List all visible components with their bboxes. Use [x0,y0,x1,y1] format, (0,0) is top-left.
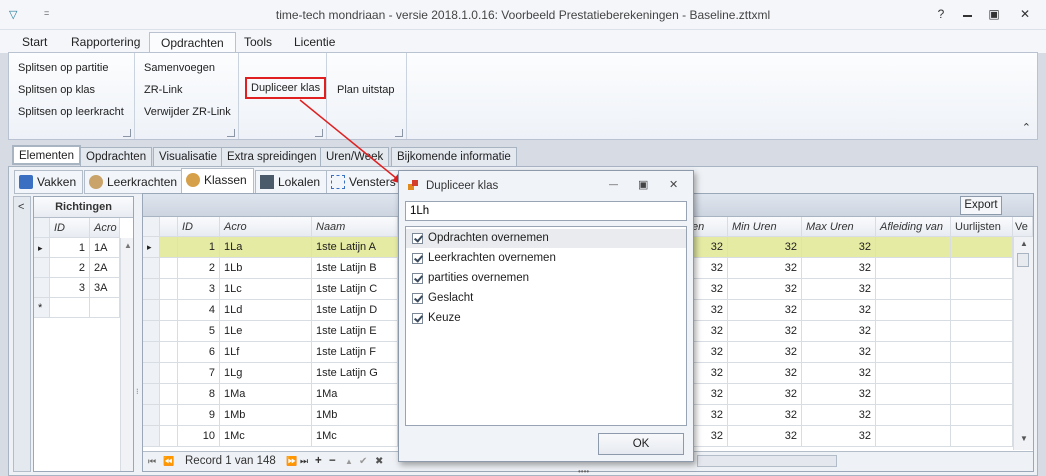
option-label: Geslacht [428,292,474,304]
option-label: Keuze [428,312,461,324]
option-label: Opdrachten overnemen [428,232,549,244]
ok-button[interactable]: OK [598,433,684,455]
checkbox[interactable] [412,293,423,304]
dialog-restore-button[interactable]: ▣ [638,178,648,191]
option-row[interactable]: Opdrachten overnemen [406,229,686,248]
checkbox[interactable] [412,253,423,264]
dialog-close-button[interactable]: ✕ [669,178,678,191]
annotation-arrow-line [299,99,397,179]
dialog-title-bar: Dupliceer klas — ▣ ✕ [399,171,693,201]
dupliceer-klas-dialog: Dupliceer klas — ▣ ✕ Opdrachten overneme… [398,170,694,462]
dialog-minimize-button[interactable]: — [609,179,618,189]
checkbox[interactable] [412,313,423,324]
option-row[interactable]: Geslacht [406,289,686,308]
option-row[interactable]: partities overnemen [406,269,686,288]
option-row[interactable]: Leerkrachten overnemen [406,249,686,268]
dialog-title: Dupliceer klas [426,180,499,192]
klas-name-input[interactable] [405,201,687,221]
option-label: partities overnemen [428,272,529,284]
checkbox[interactable] [412,273,423,284]
dialog-app-icon [408,180,419,191]
option-row[interactable]: Keuze [406,309,686,328]
checkbox[interactable] [412,233,423,244]
option-label: Leerkrachten overnemen [428,252,556,264]
options-list: Opdrachten overnemen Leerkrachten overnem… [405,226,687,426]
